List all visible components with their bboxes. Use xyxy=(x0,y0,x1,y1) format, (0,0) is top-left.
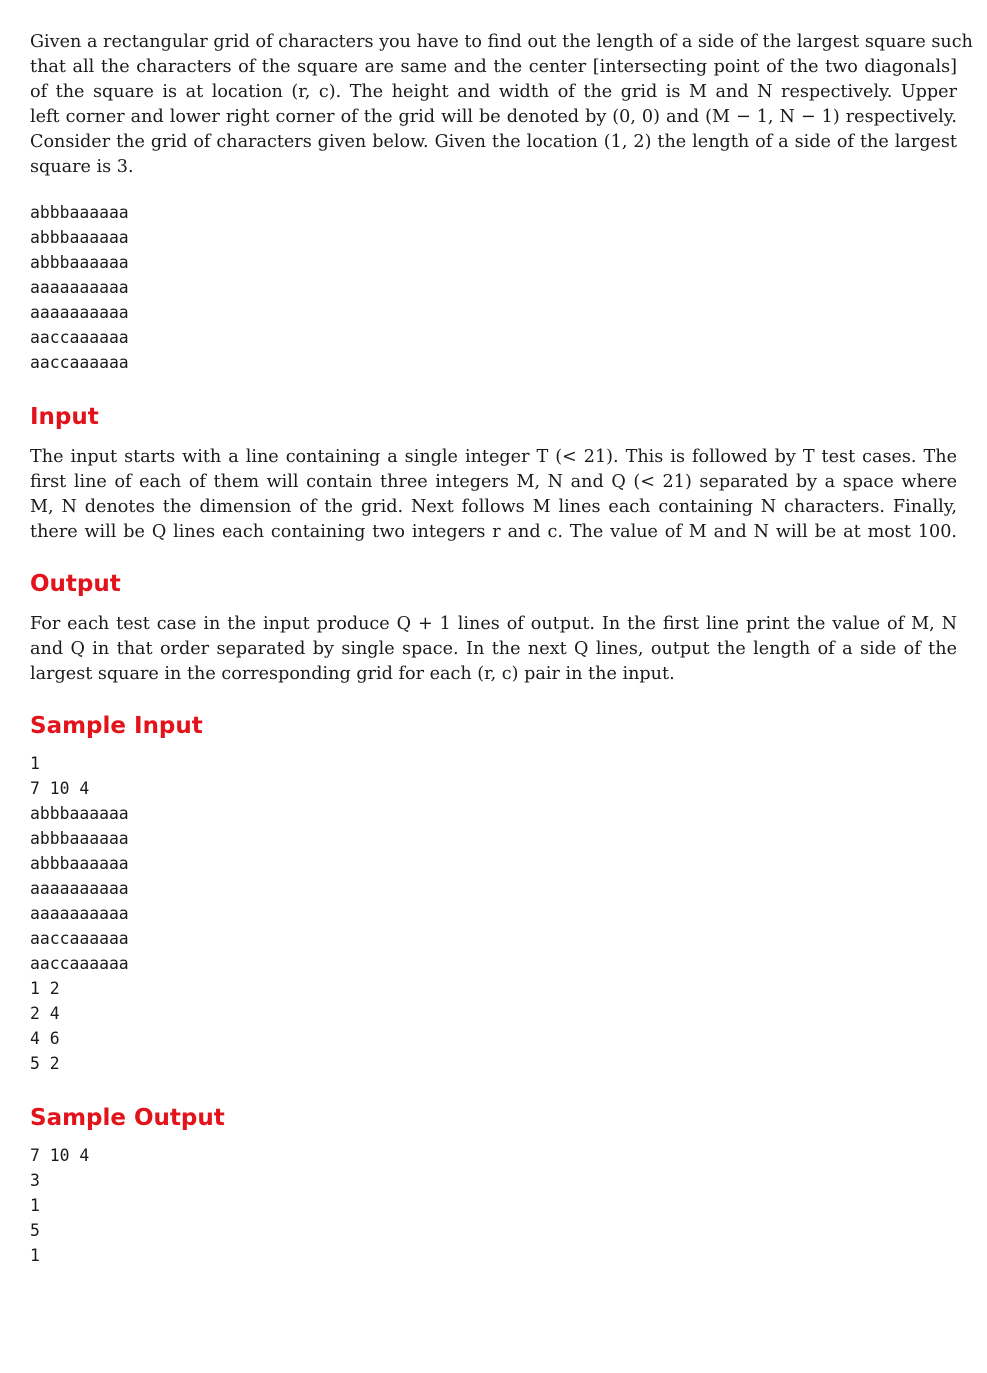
input-paragraph: The input starts with a line containing … xyxy=(30,445,957,545)
grid-row: abbbaaaaaa xyxy=(30,228,129,247)
text-line: of the square is at location (r, c). The… xyxy=(30,82,957,102)
text-line: left corner and lower right corner of th… xyxy=(30,107,957,127)
sample-input-line: abbbaaaaaa xyxy=(30,829,129,848)
sample-output-line: 5 xyxy=(30,1221,40,1240)
sample-input-block: 1 7 10 4 abbbaaaaaa abbbaaaaaa abbbaaaaa… xyxy=(30,751,957,1076)
sample-input-line: 5 2 xyxy=(30,1054,60,1073)
sample-output-line: 3 xyxy=(30,1171,40,1190)
sample-input-line: 1 xyxy=(30,754,40,773)
example-grid: abbbaaaaaa abbbaaaaaa abbbaaaaaa aaaaaaa… xyxy=(30,200,957,375)
sample-input-line: aaccaaaaaa xyxy=(30,929,129,948)
text-line: The input starts with a line containing … xyxy=(30,447,957,467)
text-line: Consider the grid of characters given be… xyxy=(30,132,957,152)
sample-input-line: aaaaaaaaaa xyxy=(30,904,129,923)
text-line: and Q in that order separated by single … xyxy=(30,639,957,659)
sample-input-heading: Sample Input xyxy=(30,713,203,739)
grid-row: aaccaaaaaa xyxy=(30,353,129,372)
grid-row: abbbaaaaaa xyxy=(30,203,129,222)
sample-input-line: 4 6 xyxy=(30,1029,60,1048)
sample-output-line: 1 xyxy=(30,1246,40,1265)
text-line: largest square in the corresponding grid… xyxy=(30,664,675,684)
text-line: first line of each of them will contain … xyxy=(30,472,957,492)
grid-row: aaaaaaaaaa xyxy=(30,278,129,297)
sample-input-line: 2 4 xyxy=(30,1004,60,1023)
sample-input-line: 7 10 4 xyxy=(30,779,90,798)
input-heading: Input xyxy=(30,404,99,430)
sample-input-line: aaaaaaaaaa xyxy=(30,879,129,898)
grid-row: aaaaaaaaaa xyxy=(30,303,129,322)
grid-row: aaccaaaaaa xyxy=(30,328,129,347)
text-line: that all the characters of the square ar… xyxy=(30,57,957,77)
output-heading: Output xyxy=(30,571,121,597)
sample-output-block: 7 10 4 3 1 5 1 xyxy=(30,1143,957,1268)
sample-input-line: abbbaaaaaa xyxy=(30,854,129,873)
text-line: square is 3. xyxy=(30,157,134,177)
sample-output-line: 7 10 4 xyxy=(30,1146,90,1165)
text-line: For each test case in the input produce … xyxy=(30,614,957,634)
sample-input-line: 1 2 xyxy=(30,979,60,998)
problem-statement: Given a rectangular grid of characters y… xyxy=(30,30,973,1268)
intro-paragraph: Given a rectangular grid of characters y… xyxy=(30,30,973,180)
sample-input-line: aaccaaaaaa xyxy=(30,954,129,973)
output-paragraph: For each test case in the input produce … xyxy=(30,612,957,687)
sample-output-heading: Sample Output xyxy=(30,1105,225,1131)
sample-input-line: abbbaaaaaa xyxy=(30,804,129,823)
text-line: Given a rectangular grid of characters y… xyxy=(30,32,973,52)
grid-row: abbbaaaaaa xyxy=(30,253,129,272)
text-line: M, N denotes the dimension of the grid. … xyxy=(30,497,957,517)
sample-output-line: 1 xyxy=(30,1196,40,1215)
text-line: there will be Q lines each containing tw… xyxy=(30,522,957,542)
